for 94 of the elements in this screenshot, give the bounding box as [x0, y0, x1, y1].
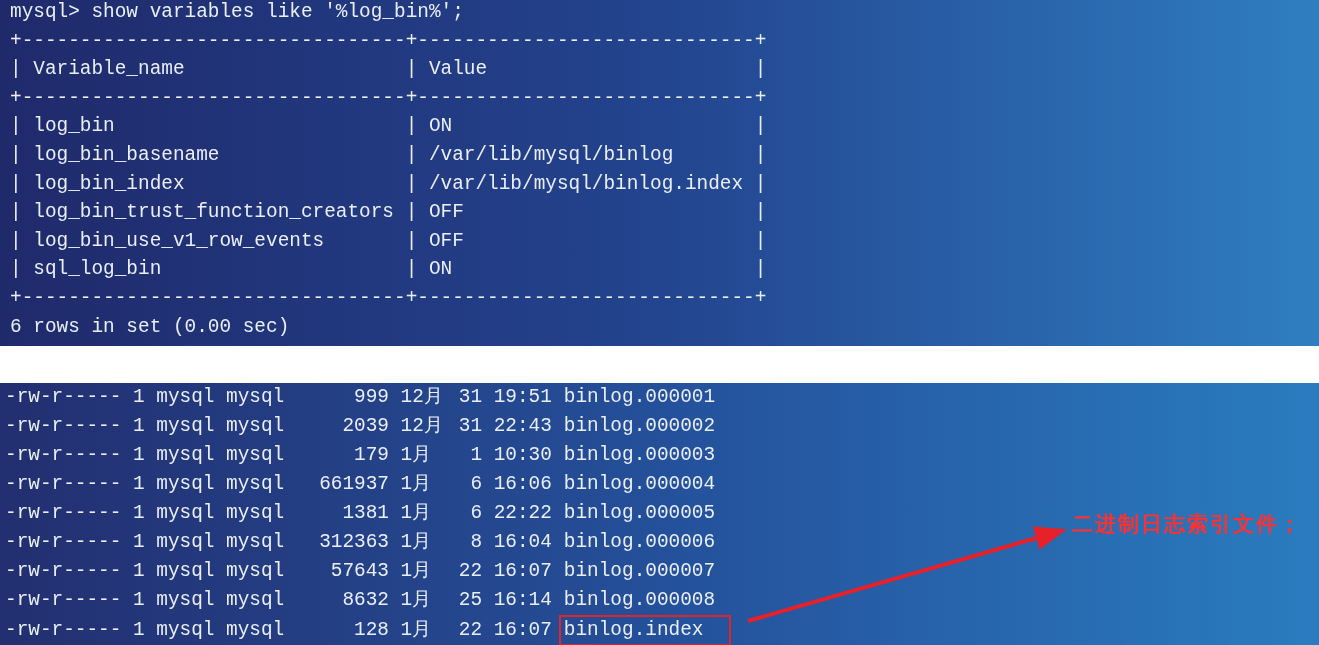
- file-name: binlog.000005: [562, 501, 717, 526]
- file-permissions: -rw-r-----: [5, 414, 123, 439]
- link-count: 1: [133, 414, 146, 439]
- file-owner: mysql: [156, 559, 216, 584]
- file-owner: mysql: [156, 414, 216, 439]
- file-month: 1月: [399, 559, 433, 584]
- file-month: 1月: [399, 588, 433, 613]
- file-month: 1月: [399, 617, 433, 643]
- file-size: 1381: [341, 501, 389, 526]
- file-month: 12月: [399, 414, 444, 439]
- file-owner: mysql: [156, 617, 216, 643]
- file-size: 2039: [341, 414, 389, 439]
- file-size: 312363: [318, 530, 389, 555]
- terminal-line: | Variable_name | Value |: [10, 57, 768, 83]
- file-permissions: -rw-r-----: [5, 559, 123, 584]
- terminal-line: | log_bin_use_v1_row_events | OFF |: [10, 228, 768, 254]
- file-group: mysql: [226, 557, 296, 587]
- file-month: 12月: [399, 385, 444, 410]
- file-time: 22:43: [492, 414, 553, 439]
- file-time: 10:30: [492, 443, 553, 468]
- file-day: 31: [458, 412, 483, 442]
- terminal-line: +---------------------------------+-----------------------------+: [10, 28, 768, 54]
- file-name: binlog.000002: [562, 414, 717, 439]
- link-count: 1: [133, 385, 146, 410]
- file-size: 179: [353, 443, 389, 468]
- file-time: 16:07: [492, 559, 553, 584]
- link-count: 1: [133, 472, 146, 497]
- file-group: mysql: [226, 528, 296, 558]
- file-month: 1月: [399, 501, 433, 526]
- file-owner: mysql: [156, 530, 216, 555]
- file-day: 8: [458, 528, 483, 558]
- file-day: 22: [458, 615, 483, 645]
- file-day: 6: [458, 470, 483, 500]
- terminal-line: | log_bin_index | /var/lib/mysql/binlog.index |: [10, 171, 768, 197]
- file-time: 16:07: [492, 617, 553, 643]
- terminal-line: +---------------------------------+-----------------------------+: [10, 285, 768, 311]
- file-group: mysql: [226, 470, 296, 500]
- file-permissions: -rw-r-----: [5, 617, 123, 643]
- file-group: mysql: [226, 499, 296, 529]
- file-permissions: -rw-r-----: [5, 385, 123, 410]
- file-time: 22:22: [492, 501, 553, 526]
- file-permissions: -rw-r-----: [5, 530, 123, 555]
- file-time: 16:04: [492, 530, 553, 555]
- file-permissions: -rw-r-----: [5, 472, 123, 497]
- file-day: 25: [458, 586, 483, 616]
- file-day: 6: [458, 499, 483, 529]
- file-name: binlog.000007: [562, 559, 717, 584]
- file-time: 16:06: [492, 472, 553, 497]
- file-size: 999: [353, 385, 389, 410]
- file-day: 22: [458, 557, 483, 587]
- link-count: 1: [133, 443, 146, 468]
- file-owner: mysql: [156, 385, 216, 410]
- file-group: mysql: [226, 441, 296, 471]
- terminal-line: mysql> show variables like '%log_bin%';: [10, 0, 465, 25]
- terminal-line: | log_bin | ON |: [10, 114, 768, 140]
- file-time: 19:51: [492, 385, 553, 410]
- file-size: 128: [353, 617, 389, 643]
- file-time: 16:14: [492, 588, 553, 613]
- file-permissions: -rw-r-----: [5, 588, 123, 613]
- file-size: 57643: [329, 559, 389, 584]
- file-permissions: -rw-r-----: [5, 501, 123, 526]
- annotation-text: 二进制日志索引文件；: [1072, 510, 1302, 538]
- link-count: 1: [133, 588, 146, 613]
- file-size: 8632: [341, 588, 389, 613]
- file-group: mysql: [226, 615, 296, 645]
- file-month: 1月: [399, 472, 433, 497]
- file-owner: mysql: [156, 501, 216, 526]
- terminal-line: +---------------------------------+-----------------------------+: [10, 85, 768, 111]
- file-group: mysql: [226, 586, 296, 616]
- file-owner: mysql: [156, 472, 216, 497]
- file-name: binlog.000003: [562, 443, 717, 468]
- file-name: binlog.index: [558, 615, 731, 645]
- file-name: binlog.000008: [562, 588, 717, 613]
- terminal-line: | log_bin_basename | /var/lib/mysql/binlog |: [10, 142, 768, 168]
- file-name: binlog.000001: [562, 385, 717, 410]
- terminal-line: | log_bin_trust_function_creators | OFF |: [10, 200, 768, 226]
- link-count: 1: [133, 530, 146, 555]
- file-owner: mysql: [156, 588, 216, 613]
- terminal-line: 6 rows in set (0.00 sec): [10, 314, 291, 340]
- file-owner: mysql: [156, 443, 216, 468]
- file-group: mysql: [226, 383, 296, 413]
- link-count: 1: [133, 559, 146, 584]
- file-day: 1: [458, 441, 483, 471]
- link-count: 1: [133, 617, 146, 643]
- file-group: mysql: [226, 412, 296, 442]
- file-month: 1月: [399, 530, 433, 555]
- file-day: 31: [458, 383, 483, 413]
- file-size: 661937: [318, 472, 389, 497]
- terminal-line: | sql_log_bin | ON |: [10, 257, 768, 283]
- file-name: binlog.000004: [562, 472, 717, 497]
- link-count: 1: [133, 501, 146, 526]
- file-permissions: -rw-r-----: [5, 443, 123, 468]
- file-name: binlog.000006: [562, 530, 717, 555]
- file-month: 1月: [399, 443, 433, 468]
